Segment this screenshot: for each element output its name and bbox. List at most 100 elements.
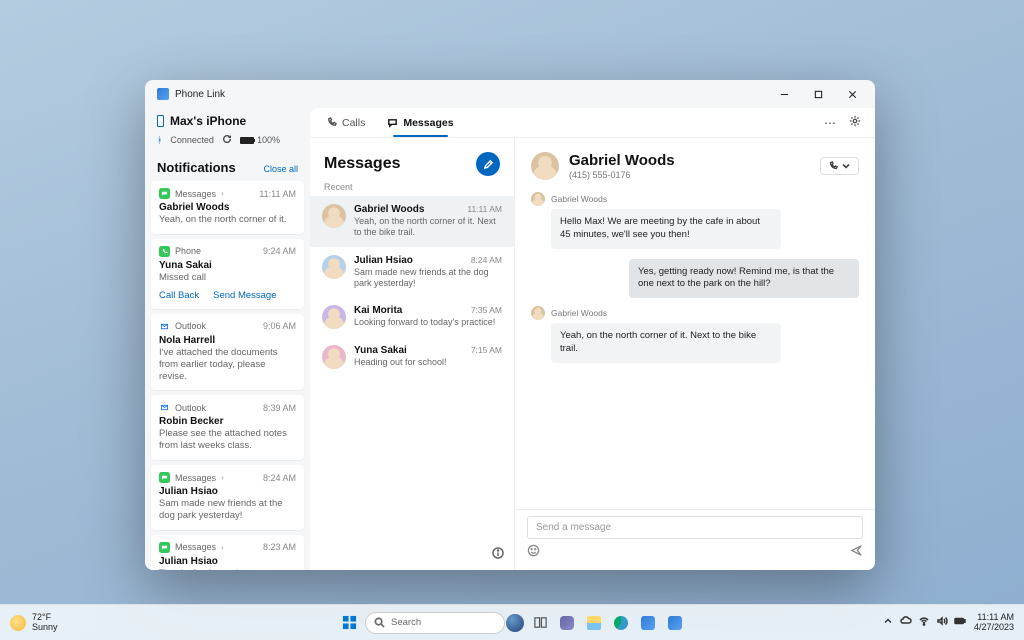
notification-body: I've attached the documents from earlier… <box>159 347 296 383</box>
notification-card[interactable]: Messages›11:11 AMGabriel WoodsYeah, on t… <box>151 181 304 234</box>
thread-avatar <box>322 305 346 329</box>
thread-item[interactable]: Julian Hsiao8:24 AMSam made new friends … <box>310 247 514 298</box>
notification-app-name: Messages <box>175 542 216 552</box>
notification-title: Nola Harrell <box>159 335 296 346</box>
outlook-app-icon <box>159 321 170 332</box>
settings-button[interactable] <box>849 115 861 130</box>
conversation-pane: Gabriel Woods (415) 555-0176 Gabriel Woo… <box>515 138 875 570</box>
edge-icon <box>614 616 628 630</box>
thread-item[interactable]: Yuna Sakai7:15 AMHeading out for school! <box>310 337 514 377</box>
device-name: Max's iPhone <box>170 114 246 128</box>
device-panel: Max's iPhone ᚼ Connected 100% <box>145 108 310 150</box>
tab-calls[interactable]: Calls <box>324 108 367 137</box>
call-dropdown-button[interactable] <box>820 157 859 175</box>
messages-heading: Messages <box>324 155 401 173</box>
taskbar-chat[interactable] <box>556 612 578 634</box>
notification-app-name: Outlook <box>175 403 206 413</box>
phone-link-window: Phone Link Max's iPhone ᚼ Connected <box>145 80 875 570</box>
tray-volume-icon[interactable] <box>936 615 948 630</box>
chevron-right-icon: › <box>221 543 224 552</box>
start-button[interactable] <box>338 612 360 634</box>
tray-chevron-up[interactable] <box>882 615 894 630</box>
device-status-row: ᚼ Connected 100% <box>157 134 298 146</box>
thread-item[interactable]: Kai Morita7:35 AMLooking forward to toda… <box>310 297 514 337</box>
notification-time: 9:24 AM <box>263 246 296 256</box>
taskbar-edge[interactable] <box>610 612 632 634</box>
notification-card[interactable]: Outlook 8:39 AM Robin BeckerPlease see the… <box>151 395 304 460</box>
notification-app-name: Messages <box>175 189 216 199</box>
search-icon <box>374 617 385 628</box>
thread-avatar <box>322 345 346 369</box>
send-button[interactable] <box>850 544 863 562</box>
send-icon <box>850 544 863 557</box>
thread-item[interactable]: Gabriel Woods11:11 AMYeah, on the north … <box>310 196 514 247</box>
phone-icon <box>157 115 164 127</box>
close-all-link[interactable]: Close all <box>263 164 298 174</box>
tabs-bar: Calls Messages ⋯ <box>310 108 875 138</box>
conversation-input-area: Send a message <box>515 509 875 570</box>
task-view-icon <box>533 615 548 630</box>
thread-preview: Yeah, on the north corner of it. Next to… <box>354 216 502 239</box>
taskbar-clock[interactable]: 11:11 AM 4/27/2023 <box>974 613 1014 632</box>
chevron-down-icon <box>841 161 851 171</box>
tab-messages[interactable]: Messages <box>385 108 455 137</box>
message-group-outgoing: Yes, getting ready now! Remind me, is th… <box>531 259 859 299</box>
maximize-button[interactable] <box>801 80 835 108</box>
message-input[interactable]: Send a message <box>527 516 863 539</box>
notification-title: Julian Hsiao <box>159 556 296 567</box>
contact-avatar <box>531 152 559 180</box>
connection-status: Connected <box>170 135 214 145</box>
taskbar-center: Search <box>338 612 686 634</box>
notification-card[interactable]: Phone9:24 AMYuna SakaiMissed callCall Ba… <box>151 239 304 309</box>
notification-card[interactable]: Messages›8:24 AMJulian HsiaoSam made new… <box>151 465 304 530</box>
message-bubble-incoming: Hello Max! We are meeting by the cafe in… <box>551 209 781 249</box>
explorer-icon <box>587 616 601 630</box>
thread-time: 7:15 AM <box>471 345 502 355</box>
taskbar-task-view[interactable] <box>529 612 551 634</box>
notification-action[interactable]: Send Message <box>213 290 276 301</box>
tray-wifi-icon[interactable] <box>918 615 930 630</box>
notification-time: 8:39 AM <box>263 403 296 413</box>
bing-button[interactable] <box>506 614 524 632</box>
notification-title: Robin Becker <box>159 416 296 427</box>
messages-app-icon <box>159 472 170 483</box>
phone-link-icon <box>668 616 682 630</box>
notification-card[interactable]: Outlook9:06 AMNola HarrellI've attached … <box>151 314 304 391</box>
thread-avatar <box>322 255 346 279</box>
calls-icon <box>326 117 337 128</box>
notification-app-name: Phone <box>175 246 201 256</box>
notification-body: Missed call <box>159 272 296 284</box>
sender-name: Gabriel Woods <box>551 194 607 204</box>
battery-percent: 100% <box>257 135 280 145</box>
battery-indicator: 100% <box>240 135 280 145</box>
notification-card[interactable]: Messages›8:23 AMJulian HsiaoThanks for t… <box>151 535 304 570</box>
phone-app-icon <box>159 246 170 257</box>
refresh-button[interactable] <box>222 134 232 146</box>
taskbar-store[interactable] <box>637 612 659 634</box>
minimize-button[interactable] <box>767 80 801 108</box>
tray-battery-icon[interactable] <box>954 615 966 630</box>
info-button[interactable] <box>492 546 504 564</box>
more-button[interactable]: ⋯ <box>824 116 837 130</box>
compose-icon <box>483 159 494 170</box>
thread-preview: Sam made new friends at the dog park yes… <box>354 267 502 290</box>
taskbar-weather[interactable]: 72°F Sunny <box>10 613 58 632</box>
taskbar-explorer[interactable] <box>583 612 605 634</box>
compose-button[interactable] <box>476 152 500 176</box>
thread-name: Gabriel Woods <box>354 204 424 215</box>
device-name-row[interactable]: Max's iPhone <box>157 114 298 128</box>
notification-body: Sam made new friends at the dog park yes… <box>159 498 296 522</box>
emoji-button[interactable] <box>527 544 540 562</box>
notification-app-name: Messages <box>175 473 216 483</box>
weather-cond: Sunny <box>32 623 58 632</box>
thread-name: Kai Morita <box>354 305 402 316</box>
taskbar-phone-link[interactable] <box>664 612 686 634</box>
taskbar-search[interactable]: Search <box>365 612 505 634</box>
tray-onedrive-icon[interactable] <box>900 615 912 630</box>
messages-app-icon <box>159 188 170 199</box>
thread-preview: Looking forward to today's practice! <box>354 317 502 328</box>
contact-name: Gabriel Woods <box>569 152 675 169</box>
notification-body: Please see the attached notes from last … <box>159 428 296 452</box>
notification-action[interactable]: Call Back <box>159 290 199 301</box>
close-button[interactable] <box>835 80 869 108</box>
